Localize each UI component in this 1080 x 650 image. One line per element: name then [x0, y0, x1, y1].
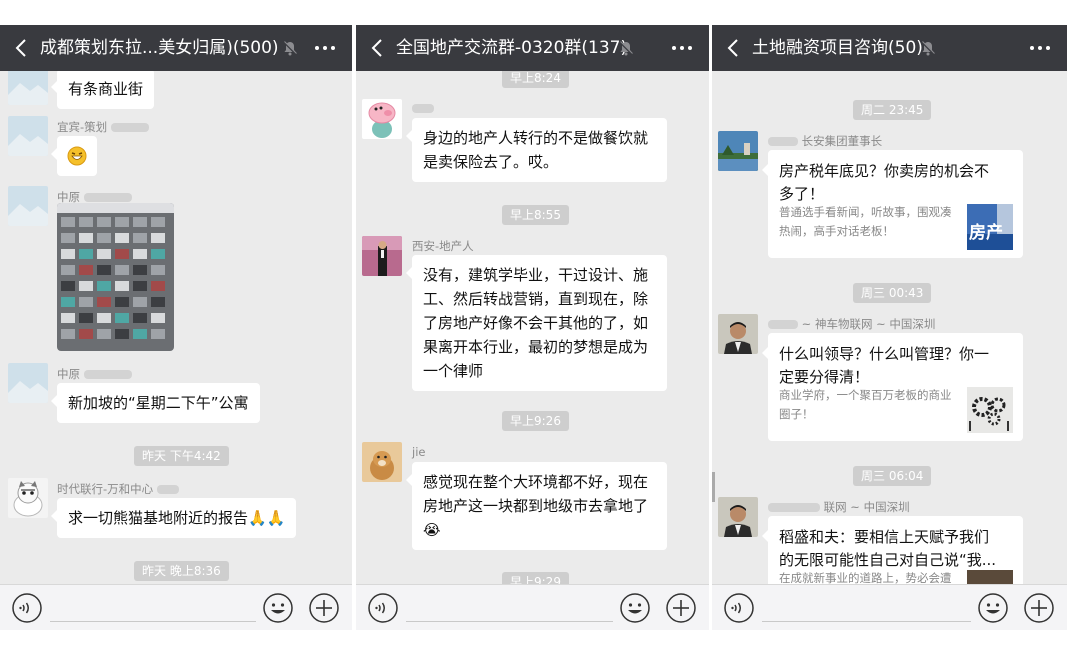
- card-thumbnail: [967, 387, 1013, 433]
- message-line: 工、然后转战营销，直到现在，除: [423, 290, 649, 308]
- sender-name: 联网 ~ 中国深圳: [768, 499, 910, 515]
- chat-header: 土地融资项目咨询(50): [712, 25, 1067, 71]
- sender-name: jie: [412, 445, 426, 459]
- message-bubble: 有条商业街: [50, 69, 155, 109]
- message-bubble: 感觉现在整个大环境都不好，现在 房地产这一块都到地级市去拿地了 😭: [406, 462, 667, 550]
- bell-slash-icon: [619, 41, 633, 56]
- time-label: 周三 06:04: [853, 466, 932, 486]
- time-label: 昨天 晚上8:36: [134, 561, 229, 581]
- sender-name: 西安-地产人: [412, 239, 474, 253]
- voice-icon[interactable]: [723, 592, 755, 624]
- card-title: 稻盛和夫：要相信上天赋予我们 的无限可能性自己对自己说“我...: [779, 528, 997, 569]
- sender-name: 中原: [57, 366, 132, 382]
- time-label: 早上8:55: [502, 205, 569, 225]
- message-bubble: 求一切熊猫基地附近的报告🙏🙏: [50, 498, 297, 538]
- time-label: 早上9:26: [502, 411, 569, 431]
- avatar[interactable]: [718, 497, 758, 537]
- gears-icon: [967, 387, 1013, 433]
- sender-name: ~ 神车物联网 ~ 中国深圳: [768, 316, 935, 332]
- card-description: 商业学府，一个聚百万老板的商业 圈子！: [779, 388, 952, 421]
- plus-circle-icon[interactable]: [1023, 592, 1055, 624]
- sender-name: [412, 101, 434, 115]
- input-bar: [712, 584, 1067, 630]
- chat-title: 全国地产交流群-0320群(137): [396, 38, 628, 58]
- sender-name: 宜宾-策划: [57, 119, 149, 135]
- sender-name: 长安集团董事长: [768, 133, 882, 149]
- message-bubble: 没有，建筑学毕业，干过设计、施 工、然后转战营销，直到现在，除 了房地产好像不会…: [406, 255, 667, 391]
- chat-title: 成都策划东拉...美女归属)(500): [40, 38, 279, 58]
- avatar[interactable]: [8, 186, 48, 226]
- smiley-icon[interactable]: [262, 592, 294, 624]
- chat-header: 全国地产交流群-0320群(137): [356, 25, 709, 71]
- message-input[interactable]: [50, 621, 256, 622]
- card-description: 普通选手看新闻，听故事，围观凑 热闹，高手对话老板！: [779, 205, 952, 238]
- thumbnail-label: 房产: [969, 223, 1003, 243]
- message-input[interactable]: [406, 621, 613, 622]
- message-line: 一个律师: [423, 362, 484, 380]
- message-line: 身边的地产人转行的不是做餐饮就: [423, 129, 649, 147]
- bell-slash-icon: [921, 41, 935, 56]
- scroll-indicator[interactable]: [712, 472, 715, 502]
- message-line: 房地产这一块都到地级市去拿地了: [423, 497, 649, 515]
- message-line: 没有，建筑学毕业，干过设计、施: [423, 266, 649, 284]
- message-line: 了房地产好像不会干其他的了，如: [423, 314, 649, 332]
- voice-icon[interactable]: [11, 592, 43, 624]
- message-input[interactable]: [762, 621, 971, 622]
- avatar[interactable]: [8, 478, 48, 518]
- avatar[interactable]: [362, 236, 402, 276]
- ellipsis-icon[interactable]: [669, 35, 695, 61]
- avatar[interactable]: [8, 65, 48, 105]
- smiley-icon[interactable]: [619, 592, 651, 624]
- image-message[interactable]: [57, 203, 174, 351]
- message-bubble: 身边的地产人转行的不是做餐饮就 是卖保险去了。哎。: [406, 118, 667, 182]
- message-line: 是卖保险去了。哎。: [423, 153, 559, 171]
- plus-circle-icon[interactable]: [308, 592, 340, 624]
- avatar[interactable]: [8, 363, 48, 403]
- link-card[interactable]: 房产税年底见？你卖房的机会不 多了！ 普通选手看新闻，听故事，围观凑 热闹，高手…: [762, 150, 1023, 258]
- input-bar: [0, 584, 352, 630]
- link-card[interactable]: 什么叫领导？什么叫管理？你一 定要分得清！ 商业学府，一个聚百万老板的商业 圈子…: [762, 333, 1023, 441]
- avatar[interactable]: [8, 116, 48, 156]
- time-label: 周二 23:45: [853, 100, 932, 120]
- chat-panel-2: 全国地产交流群-0320群(137) 早上8:24 身边的地产人转行的不是做餐饮…: [356, 25, 709, 630]
- avatar[interactable]: [718, 131, 758, 171]
- ellipsis-icon[interactable]: [1027, 35, 1053, 61]
- message-line: 感觉现在整个大环境都不好，现在: [423, 473, 649, 491]
- chat-panel-3: 土地融资项目咨询(50) 周二 23:45 长安集团董事长 房产税年底见？你卖房…: [712, 25, 1067, 630]
- bell-slash-icon: [283, 41, 297, 56]
- card-title: 房产税年底见？你卖房的机会不 多了！: [779, 162, 990, 203]
- crying-emoji-icon: 😭: [423, 521, 441, 539]
- avatar[interactable]: [362, 99, 402, 139]
- card-title: 什么叫领导？什么叫管理？你一 定要分得清！: [779, 345, 990, 386]
- chat-header: 成都策划东拉...美女归属)(500): [0, 25, 352, 71]
- input-bar: [356, 584, 709, 630]
- ellipsis-icon[interactable]: [312, 35, 338, 61]
- grin-emoji-icon: [67, 146, 87, 166]
- avatar[interactable]: [362, 442, 402, 482]
- chevron-left-icon[interactable]: [722, 36, 746, 60]
- time-label: 昨天 下午4:42: [134, 446, 229, 466]
- chevron-left-icon[interactable]: [366, 36, 390, 60]
- card-thumbnail: 房产: [967, 204, 1013, 250]
- time-label: 周三 00:43: [853, 283, 932, 303]
- chevron-left-icon[interactable]: [10, 36, 34, 60]
- smiley-icon[interactable]: [977, 592, 1009, 624]
- chat-title: 土地融资项目咨询(50): [752, 38, 923, 58]
- plus-circle-icon[interactable]: [665, 592, 697, 624]
- message-bubble: 新加坡的“星期二下午”公寓: [51, 383, 260, 423]
- chat-panel-1: 成都策划东拉...美女归属)(500) 有条商业街 宜宾-策划 中原 中原 新加…: [0, 25, 352, 630]
- message-line: 果离开本行业，最初的梦想是成为: [423, 338, 649, 356]
- voice-icon[interactable]: [367, 592, 399, 624]
- avatar[interactable]: [718, 314, 758, 354]
- time-label: 早上8:24: [502, 68, 569, 88]
- emoji-message: [51, 136, 97, 176]
- sender-name: 时代联行-万和中心: [57, 481, 179, 497]
